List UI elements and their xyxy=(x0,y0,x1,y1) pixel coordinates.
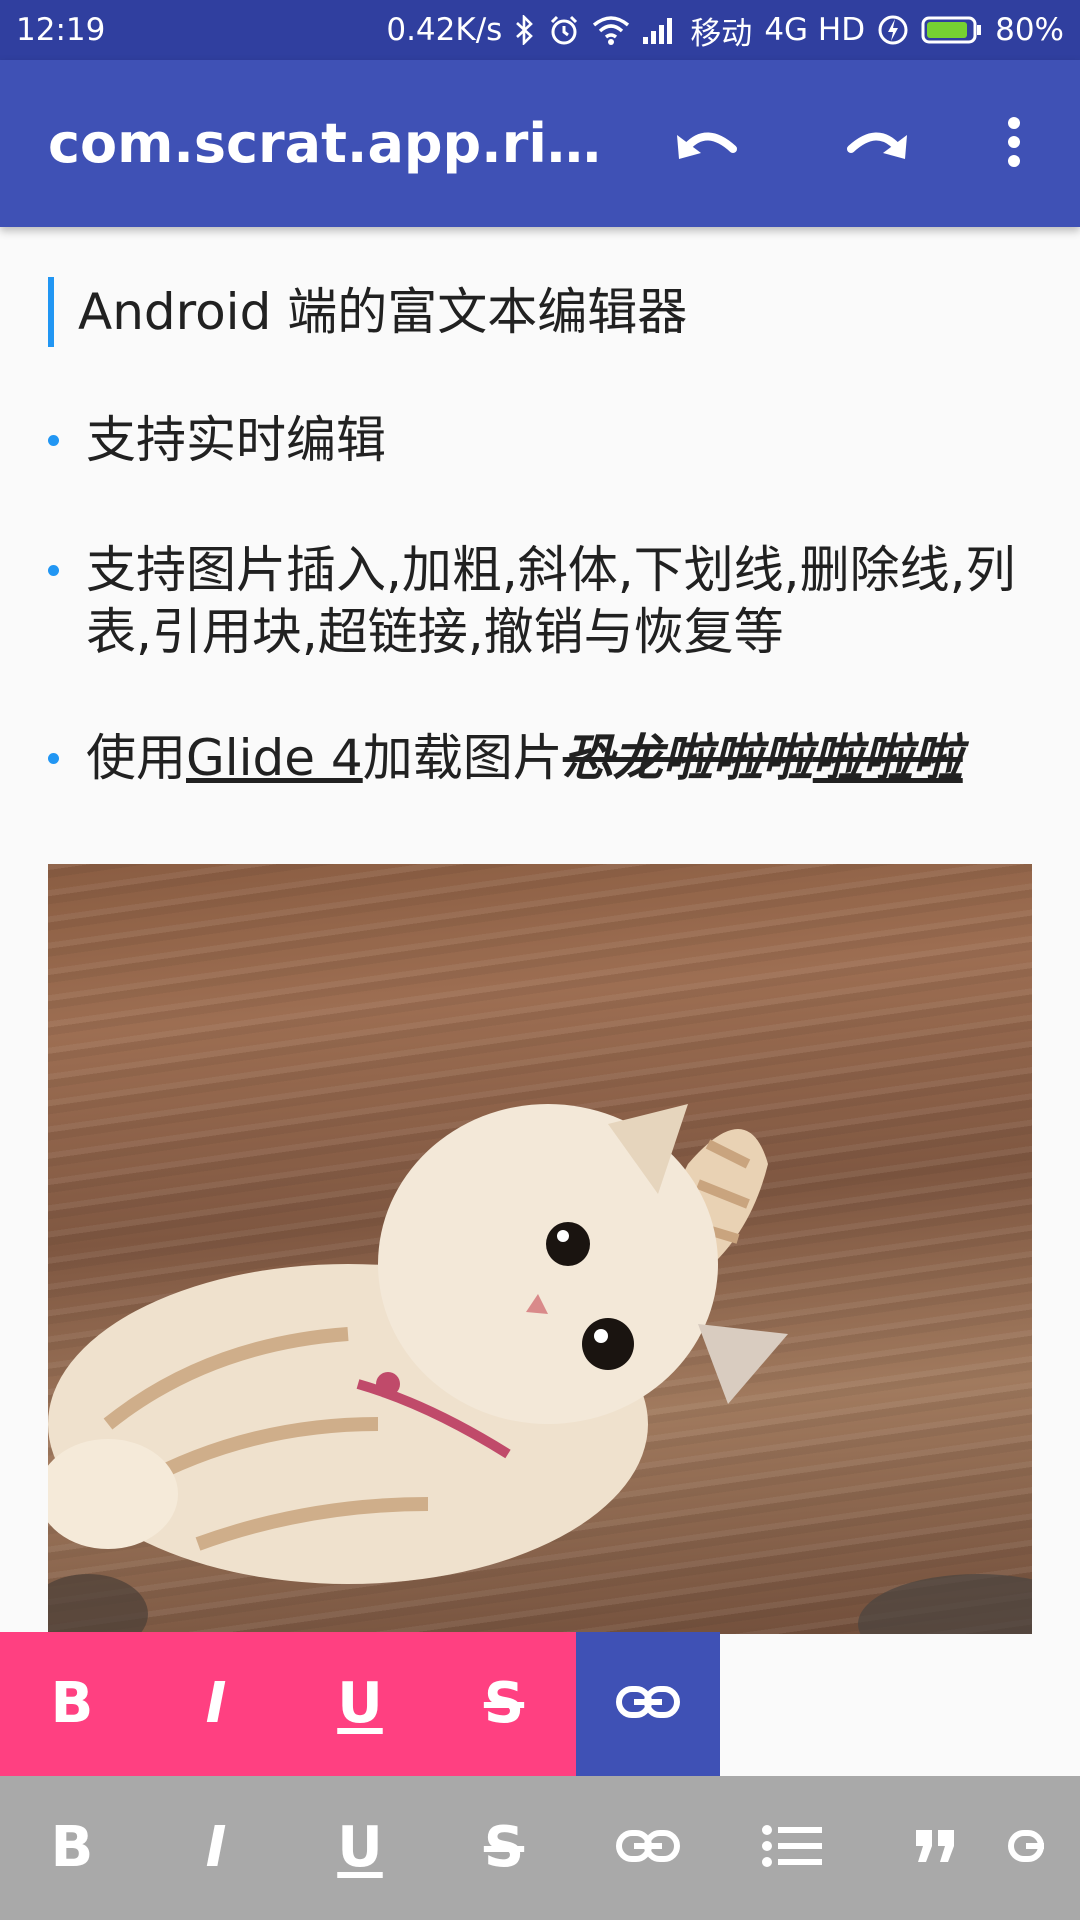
bold-italic-strike-underline-text: 啦啦啦 xyxy=(812,729,963,787)
bullet-dot xyxy=(48,565,59,576)
undo-icon xyxy=(673,117,743,171)
quote-icon xyxy=(914,1828,958,1868)
underline-button[interactable]: U xyxy=(288,1776,432,1920)
bluetooth-icon xyxy=(514,15,536,45)
underline-button[interactable]: U xyxy=(288,1632,432,1776)
cat-illustration xyxy=(48,1104,1032,1634)
signal-icon xyxy=(642,15,678,45)
bold-italic-strike-text: 恐龙啦啦啦 xyxy=(562,729,813,787)
link-button-overflow[interactable] xyxy=(1008,1776,1080,1920)
list-item-text: 支持图片插入,加粗,斜体,下划线,删除线,列表,引用块,超链接,撤销与恢复等 xyxy=(86,541,1016,661)
redo-icon xyxy=(841,117,911,171)
list-icon xyxy=(762,1824,822,1872)
link-icon xyxy=(1008,1828,1044,1868)
list-item-text: 使用Glide 4加载图片恐龙啦啦啦啦啦啦 xyxy=(86,727,1036,789)
bulleted-list-button[interactable] xyxy=(720,1776,864,1920)
battery-icon xyxy=(921,15,983,45)
app-bar: com.scrat.app.rich... xyxy=(0,60,1080,227)
bold-button[interactable]: B xyxy=(0,1776,144,1920)
undo-button[interactable] xyxy=(668,104,748,184)
bullet-dot xyxy=(48,435,59,446)
italic-button[interactable]: I xyxy=(144,1776,288,1920)
carrier: 移动 xyxy=(690,15,753,52)
redo-button[interactable] xyxy=(836,104,916,184)
bold-icon: B xyxy=(50,1671,94,1736)
italic-icon: I xyxy=(205,1815,227,1880)
cat-photo[interactable] xyxy=(48,864,1032,1634)
plain-text: 加载图片 xyxy=(362,729,563,787)
list-item-text: 支持实时编辑 xyxy=(86,411,386,469)
editor-toolbar: B I U S xyxy=(0,1776,1080,1920)
wifi-icon xyxy=(592,15,630,45)
quote-button[interactable] xyxy=(864,1776,1008,1920)
more-options-button[interactable] xyxy=(974,104,1054,184)
underline-icon: U xyxy=(337,1671,383,1736)
underlined-text[interactable]: Glide 4 xyxy=(186,729,363,787)
link-button[interactable] xyxy=(576,1776,720,1920)
strikethrough-button[interactable]: S xyxy=(432,1776,576,1920)
network-speed: 0.42K/s xyxy=(386,12,503,48)
format-group: B I U S xyxy=(0,1632,576,1776)
quote-block: Android 端的富文本编辑器 xyxy=(48,277,687,347)
selection-format-toolbar: B I U S xyxy=(0,1632,720,1776)
status-time: 12:19 xyxy=(16,12,106,48)
strikethrough-button[interactable]: S xyxy=(432,1632,576,1776)
status-bar: 12:19 0.42K/s 移动 4G HD 80% xyxy=(0,0,1080,60)
link-icon xyxy=(616,1828,680,1868)
battery-percent: 80% xyxy=(995,12,1064,48)
network-type: 4G HD xyxy=(764,12,866,48)
bullet-dot xyxy=(48,753,59,764)
link-icon xyxy=(616,1684,680,1724)
charging-icon xyxy=(877,14,909,46)
bold-icon: B xyxy=(50,1815,94,1880)
app-title: com.scrat.app.rich... xyxy=(48,112,608,175)
italic-icon: I xyxy=(205,1671,227,1736)
more-vert-icon xyxy=(1006,116,1022,172)
strikethrough-icon: S xyxy=(483,1671,525,1736)
strikethrough-icon: S xyxy=(483,1815,525,1880)
underline-icon: U xyxy=(337,1815,383,1880)
alarm-icon xyxy=(548,14,580,46)
italic-button[interactable]: I xyxy=(144,1632,288,1776)
bold-button[interactable]: B xyxy=(0,1632,144,1776)
plain-text: 使用 xyxy=(86,729,186,787)
link-button[interactable] xyxy=(576,1632,720,1776)
